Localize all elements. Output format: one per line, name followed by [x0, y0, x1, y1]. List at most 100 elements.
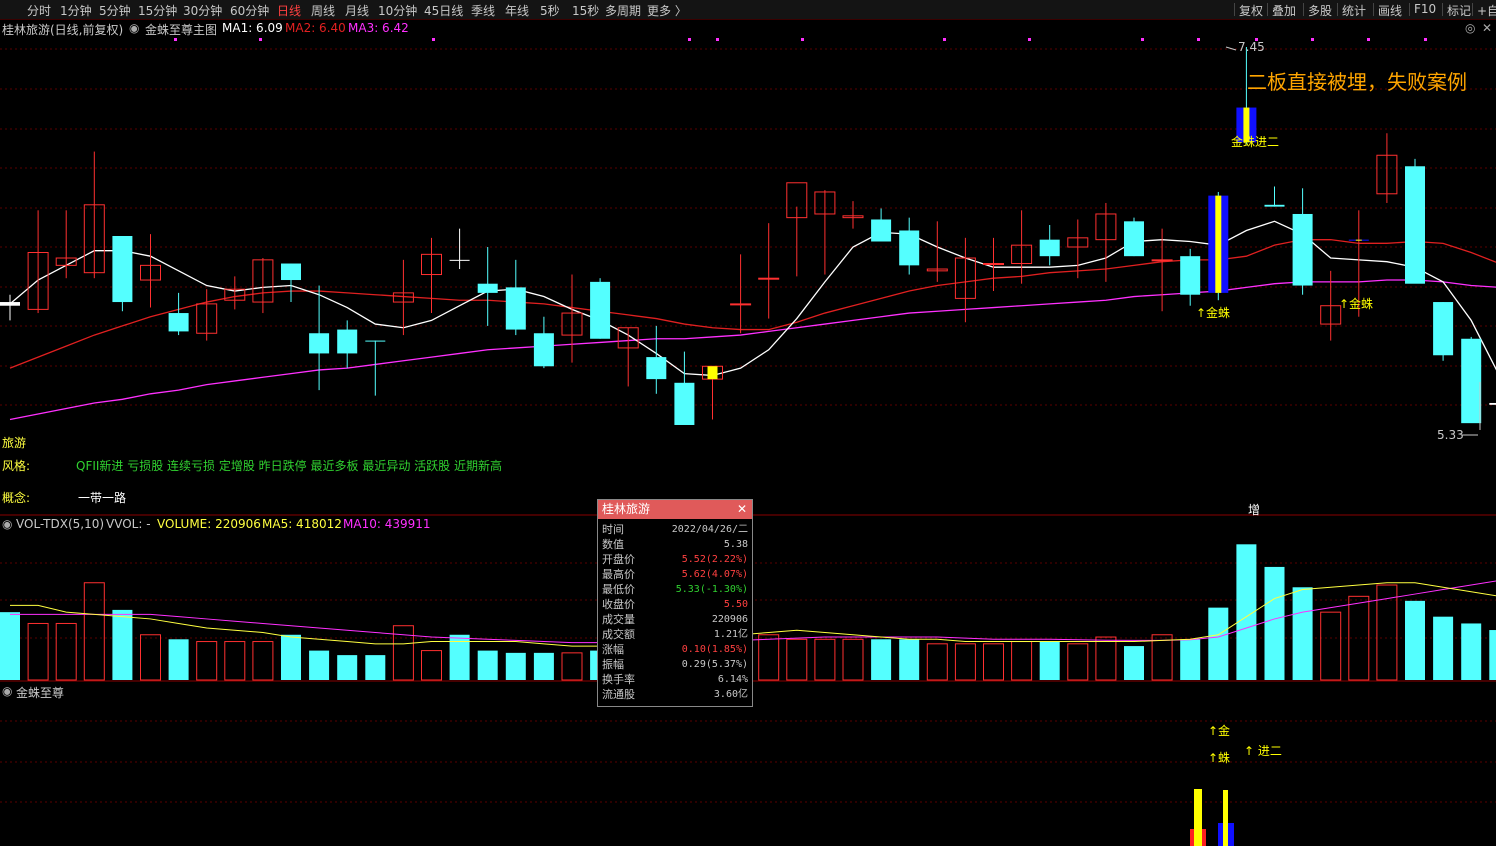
- signal-dot: [1367, 38, 1370, 41]
- volume-bar: [758, 634, 780, 681]
- vvol-value: VVOL: -: [106, 517, 151, 531]
- chevron-down-icon[interactable]: ◉: [2, 517, 12, 531]
- signal-bar: [1355, 239, 1362, 241]
- ma5-volume: MA5: 418012: [262, 517, 342, 531]
- candle-body: [758, 277, 780, 280]
- volume-bar: [1461, 623, 1482, 680]
- volume-bar: [112, 609, 133, 680]
- volume-bar: [1151, 634, 1173, 681]
- signal-dot: [716, 38, 719, 41]
- signal-dot: [259, 38, 262, 41]
- candle-body: [1461, 338, 1482, 424]
- candle-body: [505, 287, 526, 330]
- volume-bar: [1405, 600, 1425, 680]
- chevron-down-icon[interactable]: ◉: [2, 684, 12, 698]
- indicator-zhu-label: ↑蛛: [1208, 751, 1231, 765]
- candle-body: [337, 329, 358, 354]
- volume-bar: [1124, 646, 1144, 680]
- candle-body: [899, 230, 920, 266]
- tooltip-row-label: 流通股: [602, 688, 635, 701]
- candle-body: [983, 263, 1004, 266]
- volume-bar: [196, 641, 218, 681]
- tooltip-row-label: 最低价: [602, 583, 635, 596]
- candle-body: [533, 333, 554, 367]
- tooltip-row: 最高价 5.62(4.07%): [598, 567, 752, 582]
- candle-body: [1039, 239, 1060, 257]
- volume-bar: [1264, 566, 1285, 680]
- candle-body: [1151, 259, 1173, 262]
- candle-body: [1405, 166, 1425, 284]
- candle-body: [674, 382, 695, 425]
- signal-dot: [1424, 38, 1427, 41]
- volume-bar: [0, 612, 20, 680]
- signal-bar: [1215, 195, 1222, 293]
- tooltip-row: 换手率 6.14%: [598, 672, 752, 687]
- candle-body: [365, 340, 386, 342]
- tooltip-row-value: 0.29(5.37%): [681, 659, 748, 670]
- tooltip-row-label: 时间: [602, 523, 624, 536]
- tooltip-row-label: 成交量: [602, 613, 635, 626]
- tooltip-row-label: 最高价: [602, 568, 635, 581]
- tooltip-row: 最低价 5.33(-1.30%): [598, 582, 752, 597]
- volume-bar: [421, 650, 442, 681]
- volume-bar: [309, 650, 330, 680]
- volume-bar: [1489, 630, 1496, 680]
- tooltip-row-label: 换手率: [602, 673, 635, 686]
- volume-bar: [252, 641, 274, 681]
- volume-bar: [1011, 641, 1033, 681]
- volume-bar: [281, 634, 301, 680]
- tooltip-row-value: 3.60亿: [713, 689, 748, 700]
- volume-bar: [55, 622, 77, 681]
- tooltip-header: 桂林旅游 ✕: [598, 500, 752, 519]
- volume-bar: [505, 652, 526, 680]
- ma1-line: [9, 220, 1496, 377]
- indicator-panel-name[interactable]: 金蛛至尊: [16, 684, 64, 701]
- jinzhu-jiner-label: 金蛛进二: [1231, 135, 1280, 149]
- tooltip-row-value: 0.10(1.85%): [681, 644, 748, 655]
- volume-bar: [561, 652, 583, 681]
- signal-dot: [1141, 38, 1144, 41]
- tooltip-row-value: 5.52(2.22%): [681, 554, 748, 565]
- volume-indicator-name[interactable]: VOL-TDX(5,10): [16, 517, 104, 531]
- tooltip-row: 开盘价 5.52(2.22%): [598, 552, 752, 567]
- candle-body: [168, 313, 189, 332]
- volume-bar: [83, 582, 105, 681]
- ma3-line: [9, 279, 1496, 421]
- volume-value: VOLUME: 220906: [157, 517, 261, 531]
- volume-bar: [842, 638, 864, 681]
- volume-bar: [1095, 636, 1117, 681]
- candle-body: [1292, 213, 1313, 286]
- close-icon[interactable]: ✕: [737, 500, 747, 519]
- tooltip-row: 收盘价 5.50: [598, 597, 752, 612]
- tooltip-row: 时间 2022/04/26/二: [598, 522, 752, 537]
- concept-tags[interactable]: 一带一路: [78, 489, 126, 506]
- tooltip-row-label: 开盘价: [602, 553, 635, 566]
- candle-body: [871, 219, 892, 242]
- style-tags[interactable]: QFII新进 亏损股 连续亏损 定增股 昨日跌停 最近多板 最近异动 活跃股 近…: [76, 457, 502, 474]
- indicator-jiner-label: ↑ 进二: [1244, 744, 1282, 758]
- ma10-volume: MA10: 439911: [343, 517, 431, 531]
- chart-canvas: [0, 38, 1496, 846]
- headline-annotation: 二板直接被埋，失败案例: [1247, 70, 1467, 94]
- tooltip-row-label: 收盘价: [602, 598, 635, 611]
- high-pointer: [1225, 46, 1237, 51]
- volume-bar: [871, 639, 892, 680]
- signal-bar: [707, 366, 718, 380]
- candle-body: [590, 281, 611, 339]
- tooltip-row-value: 220906: [711, 614, 748, 625]
- volume-bar: [1208, 607, 1229, 680]
- high-price-label: 7.45: [1238, 40, 1265, 54]
- data-tooltip-panel[interactable]: 桂林旅游 ✕ 时间 2022/04/26/二 数值 5.38 开盘价 5.52(2.22%…: [597, 499, 753, 707]
- volume-bar: [1180, 639, 1201, 680]
- candle-body: [281, 263, 301, 281]
- candle-body: [112, 235, 133, 303]
- signal-dot: [174, 38, 177, 41]
- volume-bar: [1039, 641, 1060, 680]
- tooltip-row: 成交额 1.21亿: [598, 627, 752, 642]
- volume-bar: [786, 638, 808, 681]
- volume-bar: [477, 650, 498, 680]
- volume-bar: [1320, 611, 1342, 681]
- volume-bar: [533, 652, 554, 680]
- jinzhu-signal-2: ↑金蛛: [1339, 297, 1374, 311]
- signal-dot: [943, 38, 946, 41]
